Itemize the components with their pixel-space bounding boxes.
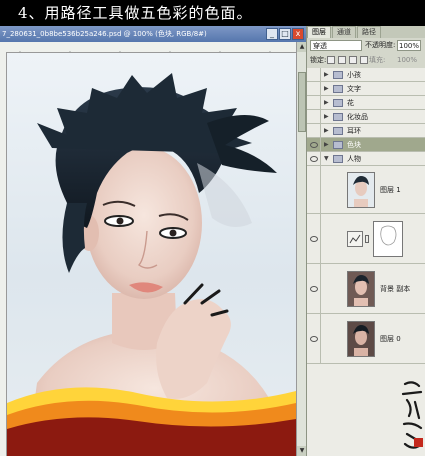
lock-options (327, 56, 368, 64)
layer-name: 人物 (347, 154, 361, 163)
close-button[interactable]: x (292, 28, 304, 40)
document-title-bar[interactable]: 7_280631_0b8be536b25a246.psd @ 100% (色块,… (0, 26, 306, 42)
lock-label: 锁定: (310, 56, 327, 64)
visibility-toggle[interactable] (307, 314, 321, 363)
expand-arrow-icon[interactable]: ▶ (324, 99, 329, 106)
opacity-label: 不透明度: (365, 41, 396, 49)
collapse-arrow-icon[interactable]: ▼ (324, 155, 329, 162)
expand-arrow-icon[interactable]: ▶ (324, 71, 329, 78)
layer-name: 文字 (347, 84, 361, 93)
layer-thumbnail (347, 270, 375, 307)
eye-icon (310, 285, 318, 292)
calligraphy-watermark (401, 381, 423, 449)
visibility-toggle[interactable] (307, 152, 321, 165)
chain-link-icon[interactable] (365, 235, 369, 243)
eye-icon (310, 235, 318, 242)
visibility-toggle[interactable] (307, 138, 321, 151)
layer-row-renwu[interactable]: ▼ 人物 (307, 152, 425, 166)
hair-side (62, 203, 87, 273)
opacity-field[interactable]: 100% (397, 40, 421, 51)
adjustment-icon (347, 231, 363, 247)
visibility-toggle[interactable] (307, 68, 321, 81)
layer-row-sekuai[interactable]: ▶ 色块 (307, 138, 425, 152)
folder-icon (333, 98, 343, 107)
document-window: 7_280631_0b8be536b25a246.psd @ 100% (色块,… (0, 26, 307, 456)
layer-name: 花 (347, 98, 354, 107)
folder-open-icon (333, 154, 343, 163)
folder-icon (333, 84, 343, 93)
folder-icon (333, 70, 343, 79)
eye-icon (310, 335, 318, 342)
layer-row-wenzi[interactable]: ▶ 文字 (307, 82, 425, 96)
layer-name: 化妆品 (347, 112, 368, 121)
lock-row: 锁定: 填充: 100% (307, 53, 425, 68)
restore-button[interactable]: □ (279, 28, 291, 40)
visibility-toggle[interactable] (307, 110, 321, 123)
layer-name: 色块 (347, 140, 361, 149)
lock-transparency-icon[interactable] (327, 56, 335, 64)
portrait-artwork (7, 73, 296, 456)
tutorial-caption: 4、用路径工具做五色彩的色面。 (0, 0, 425, 26)
lock-position-icon[interactable] (349, 56, 357, 64)
lock-all-icon[interactable] (360, 56, 368, 64)
visibility-toggle[interactable] (307, 264, 321, 313)
layer-name: 图层 1 (380, 185, 401, 194)
layer-row-beijing-fuben[interactable]: 背景 副本 (307, 264, 425, 314)
folder-icon (333, 112, 343, 121)
folder-icon (333, 140, 343, 149)
layer-name: 图层 0 (380, 334, 401, 343)
layer-thumbnail (347, 171, 375, 208)
document-title: 7_280631_0b8be536b25a246.psd @ 100% (色块,… (2, 30, 207, 38)
layer-row-huazhuangpin[interactable]: ▶ 化妆品 (307, 110, 425, 124)
panel-tabs: 图层 通道 路径 (307, 26, 425, 38)
image-canvas[interactable] (7, 53, 296, 456)
layer-row-hua[interactable]: ▶ 花 (307, 96, 425, 110)
visibility-toggle[interactable] (307, 124, 321, 137)
visibility-toggle[interactable] (307, 166, 321, 213)
tab-channels[interactable]: 通道 (332, 26, 356, 38)
eye-icon (310, 155, 318, 162)
layer-name: 小孩 (347, 70, 361, 79)
window-controls: _ □ x (266, 28, 304, 40)
layer-name: 背景 副本 (380, 284, 411, 293)
blend-mode-select[interactable]: 穿透 (310, 40, 362, 51)
layer-row-tuceng0[interactable]: 图层 0 (307, 314, 425, 364)
layers-panel: 图层 通道 路径 穿透 不透明度: 100% 锁定: 填充: 100% ▶ 小孩… (306, 26, 425, 456)
fill-value: 100% (397, 56, 418, 64)
layer-thumbnail (347, 320, 375, 357)
blend-row: 穿透 不透明度: 100% (307, 38, 425, 53)
layer-row-tuceng1[interactable]: 图层 1 (307, 166, 425, 214)
vertical-ruler (0, 52, 7, 456)
tab-paths[interactable]: 路径 (357, 26, 381, 38)
scrollbar-thumb[interactable] (298, 72, 306, 132)
lock-image-icon[interactable] (338, 56, 346, 64)
layer-row-xiaohai[interactable]: ▶ 小孩 (307, 68, 425, 82)
layer-row-adjustment[interactable] (307, 214, 425, 264)
tab-layers[interactable]: 图层 (307, 26, 331, 38)
layer-mask-thumbnail[interactable] (373, 221, 403, 257)
visibility-toggle[interactable] (307, 214, 321, 263)
expand-arrow-icon[interactable]: ▶ (324, 113, 329, 120)
visibility-toggle[interactable] (307, 82, 321, 95)
visibility-toggle[interactable] (307, 96, 321, 109)
expand-arrow-icon[interactable]: ▶ (324, 127, 329, 134)
expand-arrow-icon[interactable]: ▶ (324, 85, 329, 92)
eye-icon (310, 141, 318, 148)
veil (197, 163, 252, 227)
layer-name: 耳环 (347, 126, 361, 135)
layer-row-erhuan[interactable]: ▶ 耳环 (307, 124, 425, 138)
folder-icon (333, 126, 343, 135)
horizontal-ruler (0, 42, 296, 53)
fill-label: 填充: (369, 56, 386, 64)
expand-arrow-icon[interactable]: ▶ (324, 141, 329, 148)
minimize-button[interactable]: _ (266, 28, 278, 40)
